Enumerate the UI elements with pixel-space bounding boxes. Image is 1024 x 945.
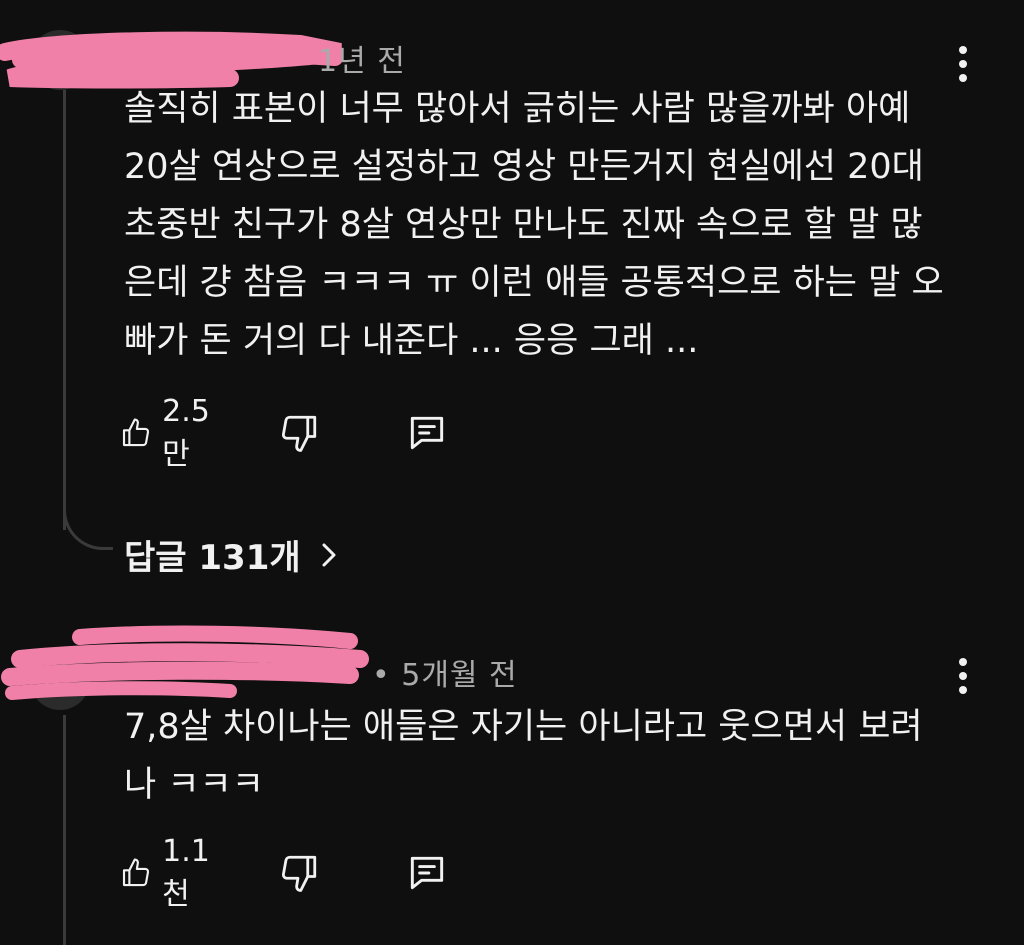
comment-timestamp: 1년 전	[318, 44, 406, 79]
reply-icon	[410, 856, 444, 890]
reply-button[interactable]	[405, 848, 449, 898]
view-replies-button[interactable]: 답글 131개	[124, 530, 337, 579]
avatar[interactable]	[30, 650, 90, 710]
comment-1: 1년 전 솔직히 표본이 너무 많아서 긁히는 사람 많을까봐 아예 20살 연…	[0, 0, 1024, 600]
thread-curve	[63, 500, 113, 550]
comment-text: 솔직히 표본이 너무 많아서 긁히는 사람 많을까봐 아예 20살 연상으로 설…	[124, 89, 944, 361]
thread-line	[63, 90, 66, 530]
replies-count-label: 답글 131개	[124, 538, 301, 578]
comment-text: 7,8살 차이나는 애들은 자기는 아니라고 웃으면서 보려나 ㅋㅋㅋ	[124, 707, 923, 805]
thumbs-down-icon	[281, 415, 317, 452]
thumbs-up-icon	[122, 858, 150, 887]
comment-2: • 5개월 전 7,8살 차이나는 애들은 자기는 아니라고 웃으면서 보려나 …	[0, 620, 1024, 945]
more-vert-icon[interactable]	[951, 40, 975, 90]
like-count: 1.1천	[162, 833, 210, 912]
more-vert-icon[interactable]	[951, 652, 975, 702]
like-count: 2.5만	[162, 393, 210, 472]
reply-icon	[410, 416, 444, 450]
chevron-right-icon	[322, 543, 336, 566]
comment-timestamp: • 5개월 전	[372, 658, 518, 693]
like-button[interactable]: 1.1천	[120, 834, 220, 912]
avatar[interactable]	[30, 30, 90, 90]
dislike-button[interactable]	[278, 848, 320, 898]
dislike-button[interactable]	[278, 408, 320, 458]
thumbs-down-icon	[281, 855, 317, 892]
thread-line	[63, 715, 66, 945]
thumbs-up-icon	[122, 418, 150, 447]
reply-button[interactable]	[405, 408, 449, 458]
like-button[interactable]: 2.5만	[120, 394, 220, 472]
